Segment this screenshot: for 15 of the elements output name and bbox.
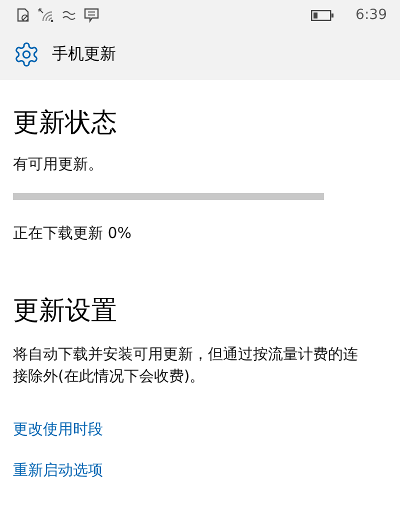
settings-link[interactable]: 重新启动选项	[13, 461, 103, 480]
settings-description: 将自动下载并安装可用更新，但通过按流量计费的连接除外(在此情况下会收费)。	[13, 344, 358, 388]
status-message: 有可用更新。	[13, 154, 104, 176]
data-icon	[62, 9, 76, 21]
section-heading: 更新设置	[13, 296, 118, 328]
wifi-icon	[38, 8, 54, 22]
section-heading: 更新状态	[13, 108, 118, 140]
sim-icon	[17, 8, 30, 22]
message-icon	[84, 8, 99, 22]
status-time: 6:39	[356, 7, 387, 23]
settings-icon	[13, 40, 40, 68]
settings-link[interactable]: 更改使用时段	[13, 420, 103, 440]
progress-text: 正在下载更新 0%	[13, 223, 133, 244]
battery-icon	[310, 10, 334, 20]
page-title: 手机更新	[52, 44, 116, 64]
